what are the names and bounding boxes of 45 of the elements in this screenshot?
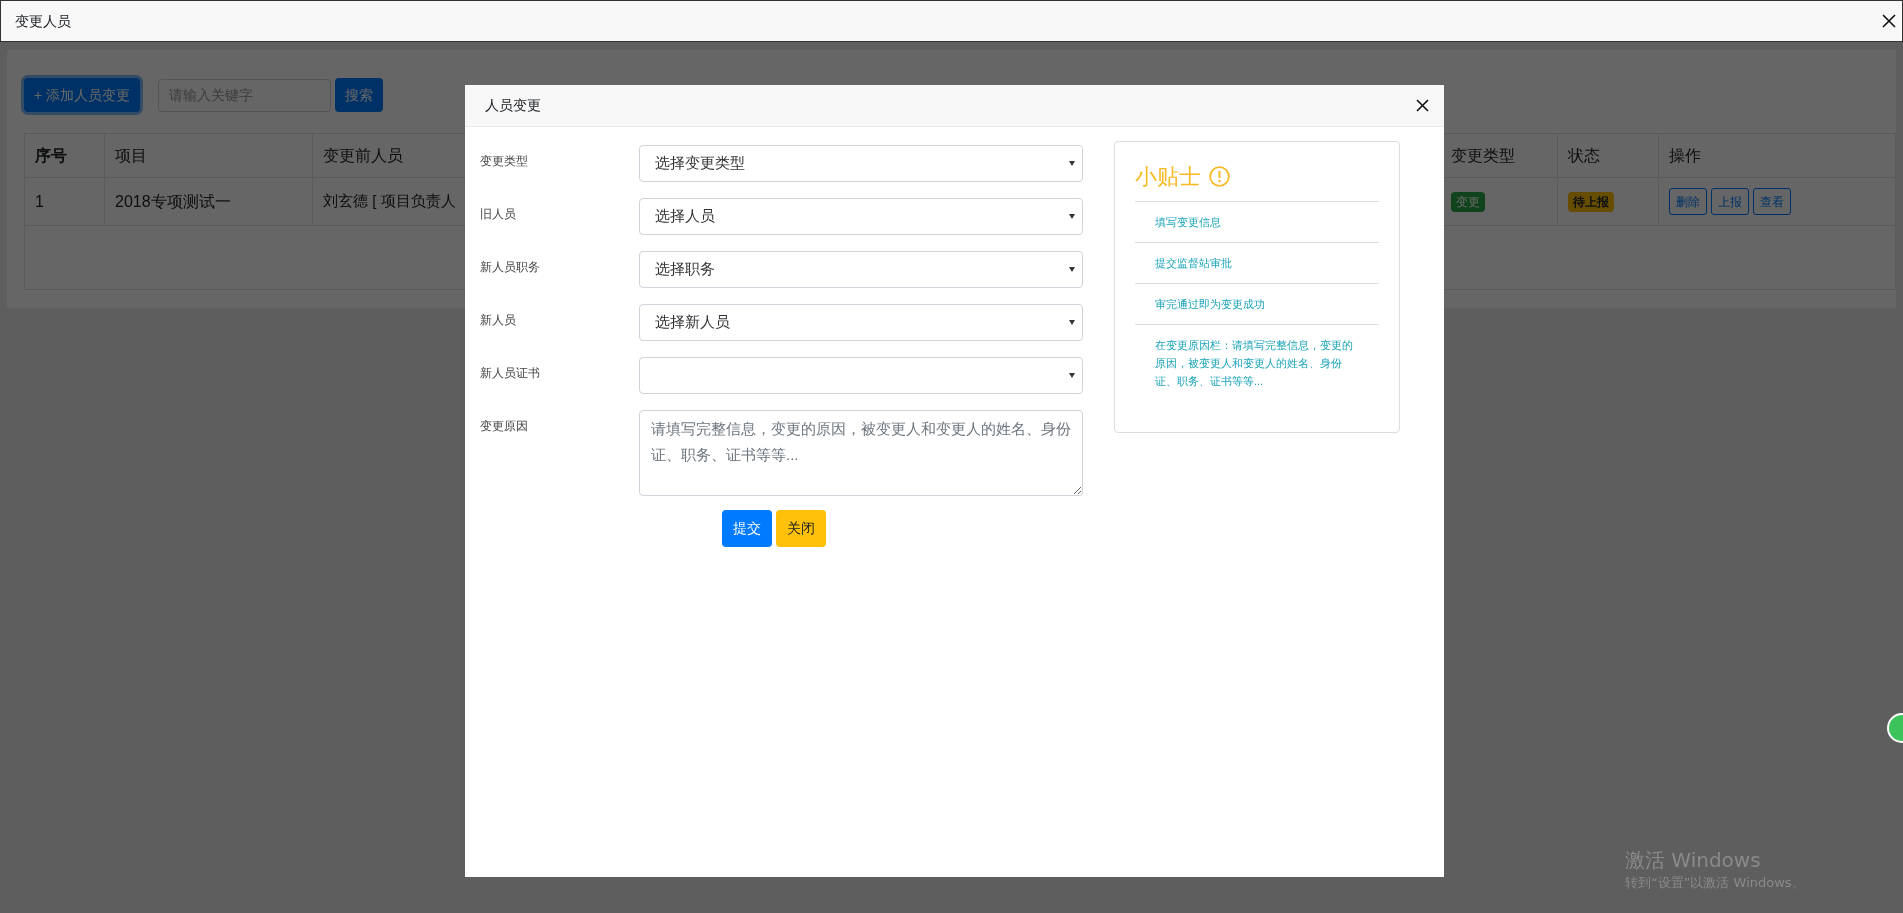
caret-icon [1069,214,1075,219]
caret-icon [1069,267,1075,272]
field-label: 变更原因 [480,418,529,435]
select-field[interactable]: 选择人员 [639,198,1083,235]
close-icon[interactable] [1880,12,1898,30]
tip-text: 填写变更信息 [1155,216,1221,228]
tips-title: 小贴士 [1135,163,1201,191]
close-button[interactable]: 关闭 [776,510,826,547]
action-button[interactable]: 上报 [1711,188,1749,215]
action-button[interactable]: 查看 [1753,188,1791,215]
select-field[interactable]: 选择新人员 [639,304,1083,341]
caret-icon [1069,320,1075,325]
column-header: 状态 [1568,145,1600,166]
search-button[interactable]: 搜索 [335,78,384,112]
select-field[interactable]: 选择变更类型 [639,145,1083,182]
column-header: 变更前人员 [323,145,403,166]
submit-button[interactable]: 提交 [722,510,772,547]
tip-text: 审完通过即为变更成功 [1155,298,1265,310]
column-header: 变更类型 [1451,145,1515,166]
modal-title: 人员变更 [485,96,541,115]
table-cell-text: 刘玄德 [ 项目负责人 [323,191,456,212]
field-label: 变更类型 [480,153,529,170]
add-change-button[interactable]: + 添加人员变更 [24,78,141,112]
field-label: 新人员 [480,312,517,329]
action-button[interactable]: 删除 [1669,188,1707,215]
field-label: 新人员职务 [480,259,541,276]
column-header: 序号 [35,145,67,166]
caret-icon [1069,161,1075,166]
status-badge: 待上报 [1568,191,1614,212]
reason-textarea[interactable]: 请填写完整信息，变更的原因，被变更人和变更人的姓名、身份证、职务、证书等等... [639,410,1083,496]
caret-icon [1069,373,1075,378]
tip-text: 提交监督站审批 [1155,257,1232,269]
window-title: 变更人员 [15,11,71,31]
column-header: 操作 [1669,145,1701,166]
type-badge: 变更 [1451,191,1485,212]
exclamation-icon [1209,166,1230,187]
column-header: 项目 [115,145,147,166]
table-cell-text: 1 [35,191,44,212]
tip-text: 在变更原因栏：请填写完整信息，变更的原因，被变更人和变更人的姓名、身份证、职务、证书等等... [1155,339,1353,387]
field-label: 旧人员 [480,206,517,223]
select-field[interactable] [639,357,1083,394]
close-icon[interactable] [1414,97,1430,114]
field-label: 新人员证书 [480,365,541,382]
select-field[interactable]: 选择职务 [639,251,1083,288]
table-cell-text: 2018专项测试一 [115,191,231,212]
